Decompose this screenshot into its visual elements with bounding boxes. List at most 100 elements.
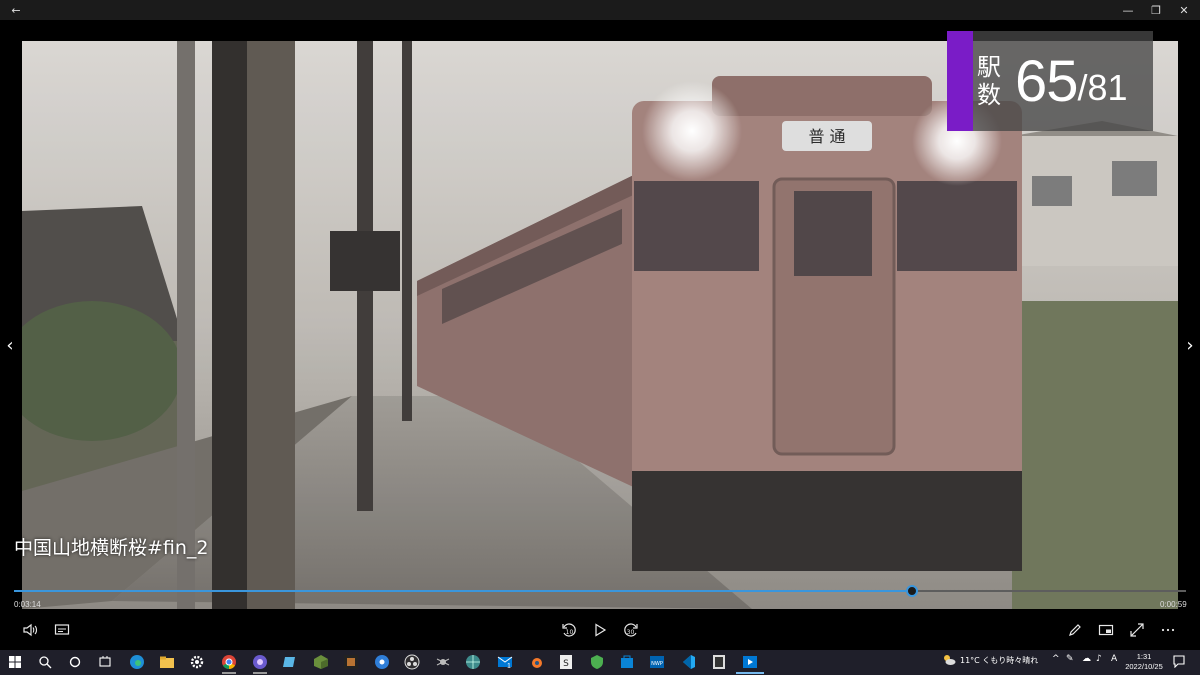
- taskbar-app-document[interactable]: S: [557, 653, 575, 671]
- minecraft-icon: [314, 655, 328, 669]
- time-remaining: 0:00:59: [1160, 600, 1187, 609]
- seek-thumb[interactable]: [905, 585, 918, 597]
- ime-label: A: [1111, 654, 1118, 664]
- weather-text: 11°C くもり時々晴れ: [960, 655, 1039, 665]
- previous-button[interactable]: ‹: [0, 330, 20, 360]
- volume-button[interactable]: [18, 618, 42, 642]
- vscode-icon: [683, 655, 695, 669]
- counter-value: 65 /81: [1005, 31, 1128, 131]
- seek-bar[interactable]: [14, 585, 1186, 597]
- skip-forward-button[interactable]: 30: [619, 618, 643, 642]
- mini-view-icon: [1098, 624, 1114, 636]
- next-button[interactable]: ›: [1180, 330, 1200, 360]
- taskbar-movies-tv[interactable]: [736, 653, 764, 674]
- globe-icon: [466, 655, 480, 669]
- obs-icon: [404, 654, 420, 670]
- volume-icon: [23, 623, 38, 637]
- skip-forward-icon: 30: [624, 623, 638, 637]
- app-purple-icon: [253, 655, 267, 669]
- taskbar-file-explorer[interactable]: [158, 653, 176, 671]
- speaker-icon: ♪: [1096, 654, 1102, 664]
- taskbar-blender[interactable]: [527, 653, 545, 671]
- taskbar-app-globe[interactable]: [464, 653, 482, 671]
- seek-bar-progress: [14, 590, 912, 592]
- film-icon: [713, 655, 725, 669]
- taskbar-chrome[interactable]: [220, 653, 238, 674]
- folder-icon: [160, 656, 174, 668]
- svg-text:S: S: [563, 659, 569, 669]
- taskbar-store[interactable]: [618, 653, 636, 671]
- app-nwp-icon: NWP: [650, 656, 664, 668]
- ime-indicator[interactable]: A: [1111, 654, 1117, 664]
- taskbar-app-network[interactable]: [373, 653, 391, 671]
- taskbar-obs[interactable]: [403, 653, 421, 671]
- close-button[interactable]: ✕: [1170, 0, 1198, 20]
- counter-label: 駅 数: [973, 31, 1005, 131]
- app-blue-icon: [283, 657, 295, 667]
- taskbar-app-dark[interactable]: [342, 653, 360, 671]
- counter-label-line2: 数: [977, 81, 1001, 109]
- document-app-icon: S: [560, 655, 572, 669]
- pencil-icon: [1069, 624, 1081, 636]
- network-app-icon: [375, 655, 389, 669]
- minimize-icon: —: [1122, 3, 1134, 17]
- blender-icon: [532, 658, 542, 668]
- chevron-up-icon: ^: [1052, 654, 1060, 664]
- tray-volume-button[interactable]: ♪: [1096, 654, 1102, 664]
- more-options-button[interactable]: [1156, 618, 1180, 642]
- taskbar-app-blue[interactable]: [281, 653, 299, 671]
- notification-center-button[interactable]: [1172, 654, 1188, 670]
- fullscreen-button[interactable]: [1125, 618, 1149, 642]
- captions-button[interactable]: [50, 618, 74, 642]
- taskbar-app-spider[interactable]: [434, 653, 452, 671]
- play-button[interactable]: [588, 618, 612, 642]
- cloud-icon: ☁: [1082, 654, 1091, 664]
- app-dark-icon: [344, 655, 358, 669]
- skip-forward-label: 30: [627, 629, 635, 636]
- chevron-left-icon: ‹: [6, 334, 14, 356]
- cortana-icon: [69, 656, 81, 668]
- edit-button[interactable]: [1063, 618, 1087, 642]
- tray-overflow-button[interactable]: ^: [1052, 654, 1060, 664]
- app-spider-icon: [436, 658, 450, 666]
- clock[interactable]: 1:31 2022/10/25: [1124, 652, 1164, 672]
- captions-icon: [54, 624, 70, 635]
- taskbar-minecraft[interactable]: [312, 653, 330, 671]
- skip-back-label: 10: [566, 629, 574, 636]
- weather-cloudy-sunny-icon: [944, 655, 956, 665]
- task-view-button[interactable]: [96, 653, 114, 671]
- gear-icon: [190, 655, 204, 669]
- skip-back-button[interactable]: 10: [557, 618, 581, 642]
- taskbar: 1 S NWP 11°C くもり時々晴れ ^ ✎ ☁ ♪ A 1:31 2022…: [0, 650, 1200, 675]
- maximize-button[interactable]: ❐: [1142, 0, 1170, 20]
- taskbar-vscode[interactable]: [679, 653, 697, 671]
- taskbar-video-editor[interactable]: [710, 653, 728, 671]
- mail-badge: 1: [507, 663, 511, 670]
- taskbar-app-purple[interactable]: [251, 653, 269, 674]
- taskbar-mail[interactable]: 1: [496, 653, 514, 671]
- weather-widget[interactable]: 11°C くもり時々晴れ: [942, 654, 1038, 666]
- search-button[interactable]: [36, 653, 54, 671]
- edge-icon: [130, 655, 144, 669]
- tray-pen-button[interactable]: ✎: [1066, 654, 1074, 664]
- shield-icon: [591, 655, 603, 669]
- back-button[interactable]: ←: [2, 0, 30, 20]
- taskbar-app-nwp[interactable]: NWP: [648, 653, 666, 671]
- mini-view-button[interactable]: [1094, 618, 1118, 642]
- restore-icon: ❐: [1151, 3, 1161, 17]
- play-icon: [595, 623, 607, 637]
- taskbar-app-shield[interactable]: [588, 653, 606, 671]
- tray-cloud-button[interactable]: ☁: [1082, 654, 1091, 664]
- taskbar-settings[interactable]: [188, 653, 206, 671]
- minimize-button[interactable]: —: [1114, 0, 1142, 20]
- more-icon: [1161, 628, 1175, 632]
- clock-time: 1:31: [1136, 652, 1152, 661]
- svg-text:NWP: NWP: [651, 661, 663, 667]
- taskbar-edge[interactable]: [128, 653, 146, 671]
- cortana-button[interactable]: [66, 653, 84, 671]
- video-area[interactable]: 普 通 駅 数 65 /81 ‹ › 中国山地横断桜#fin_2: [0, 20, 1200, 610]
- counter-accent-bar: [947, 31, 973, 131]
- start-button[interactable]: [6, 653, 24, 671]
- arrow-left-icon: ←: [11, 3, 21, 17]
- counter-label-line1: 駅: [977, 53, 1001, 81]
